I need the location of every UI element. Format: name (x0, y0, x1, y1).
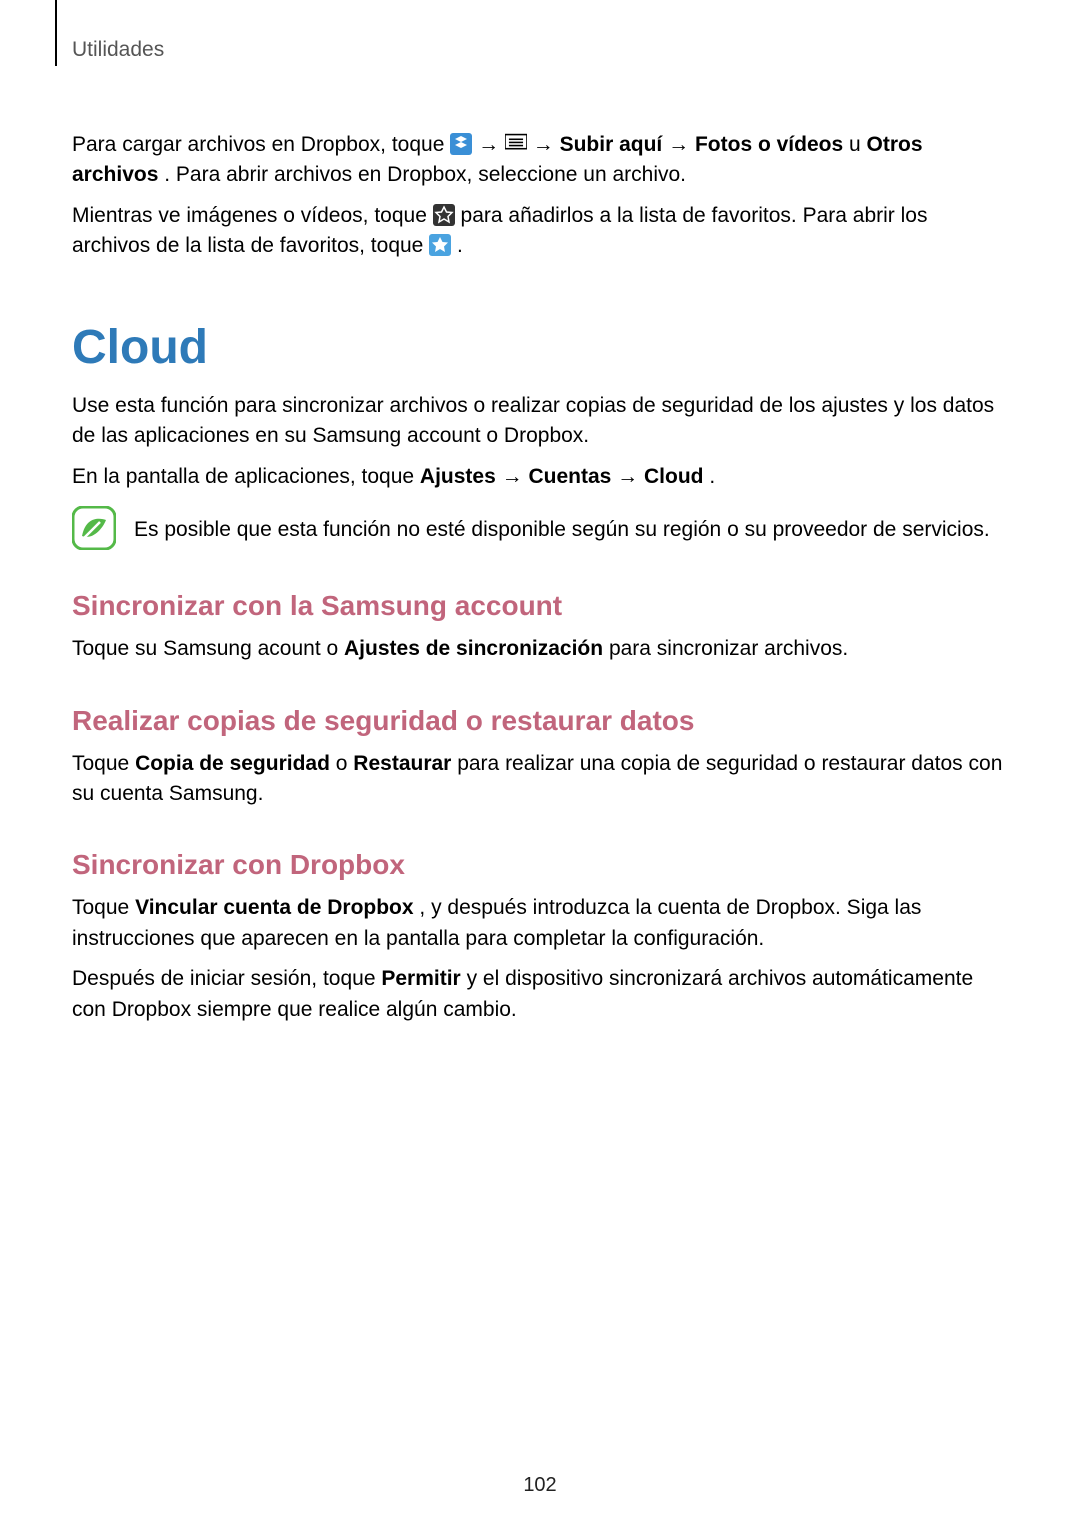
text: Después de iniciar sesión, toque (72, 967, 381, 990)
arrow-icon: → (502, 465, 529, 488)
menu-label: Subir aquí (560, 133, 663, 156)
text: Toque (72, 752, 135, 775)
text: Toque su Samsung acount o (72, 637, 344, 660)
menu-label: Restaurar (353, 752, 451, 775)
arrow-icon: → (478, 133, 505, 156)
note-icon (72, 506, 116, 550)
paragraph-cloud-path: En la pantalla de aplicaciones, toque Aj… (72, 462, 1010, 492)
menu-label: Ajustes (420, 465, 496, 488)
menu-label: Cloud (644, 465, 703, 488)
text: . (457, 234, 463, 257)
paragraph-backup-restore: Toque Copia de seguridad o Restaurar par… (72, 749, 1010, 810)
heading-sync-dropbox: Sincronizar con Dropbox (72, 849, 1010, 881)
text: o (336, 752, 354, 775)
dropbox-app-icon (450, 133, 472, 155)
text: En la pantalla de aplicaciones, toque (72, 465, 420, 488)
arrow-icon: → (617, 465, 644, 488)
heading-sync-samsung: Sincronizar con la Samsung account (72, 590, 1010, 622)
text: . Para abrir archivos en Dropbox, selecc… (164, 163, 686, 186)
paragraph-dropbox-fav: Mientras ve imágenes o vídeos, toque par… (72, 201, 1010, 262)
note-callout: Es posible que esta función no esté disp… (72, 506, 1010, 550)
paragraph-sync-samsung: Toque su Samsung acount o Ajustes de sin… (72, 634, 1010, 664)
arrow-icon: → (533, 133, 560, 156)
text: Toque (72, 896, 135, 919)
star-outline-icon (433, 204, 455, 226)
menu-label: Fotos o vídeos (695, 133, 843, 156)
text: Mientras ve imágenes o vídeos, toque (72, 204, 433, 227)
note-text: Es posible que esta función no esté disp… (134, 506, 990, 544)
text: u (849, 133, 867, 156)
menu-label: Cuentas (528, 465, 611, 488)
menu-label: Copia de seguridad (135, 752, 330, 775)
menu-label: Permitir (381, 967, 460, 990)
star-filled-icon (429, 234, 451, 256)
menu-icon (505, 133, 527, 155)
menu-label: Ajustes de sincronización (344, 637, 603, 660)
text: para sincronizar archivos. (609, 637, 848, 660)
heading-cloud: Cloud (72, 320, 1010, 375)
header-divider (55, 0, 57, 66)
paragraph-sync-dropbox-1: Toque Vincular cuenta de Dropbox , y des… (72, 893, 1010, 954)
paragraph-dropbox-upload: Para cargar archivos en Dropbox, toque →… (72, 130, 1010, 191)
paragraph-cloud-intro: Use esta función para sincronizar archiv… (72, 391, 1010, 452)
menu-label: Vincular cuenta de Dropbox (135, 896, 414, 919)
breadcrumb: Utilidades (72, 38, 164, 62)
page-number: 102 (0, 1474, 1080, 1497)
paragraph-sync-dropbox-2: Después de iniciar sesión, toque Permiti… (72, 964, 1010, 1025)
arrow-icon: → (668, 133, 695, 156)
text: Para cargar archivos en Dropbox, toque (72, 133, 450, 156)
text: . (709, 465, 715, 488)
heading-backup-restore: Realizar copias de seguridad o restaurar… (72, 705, 1010, 737)
